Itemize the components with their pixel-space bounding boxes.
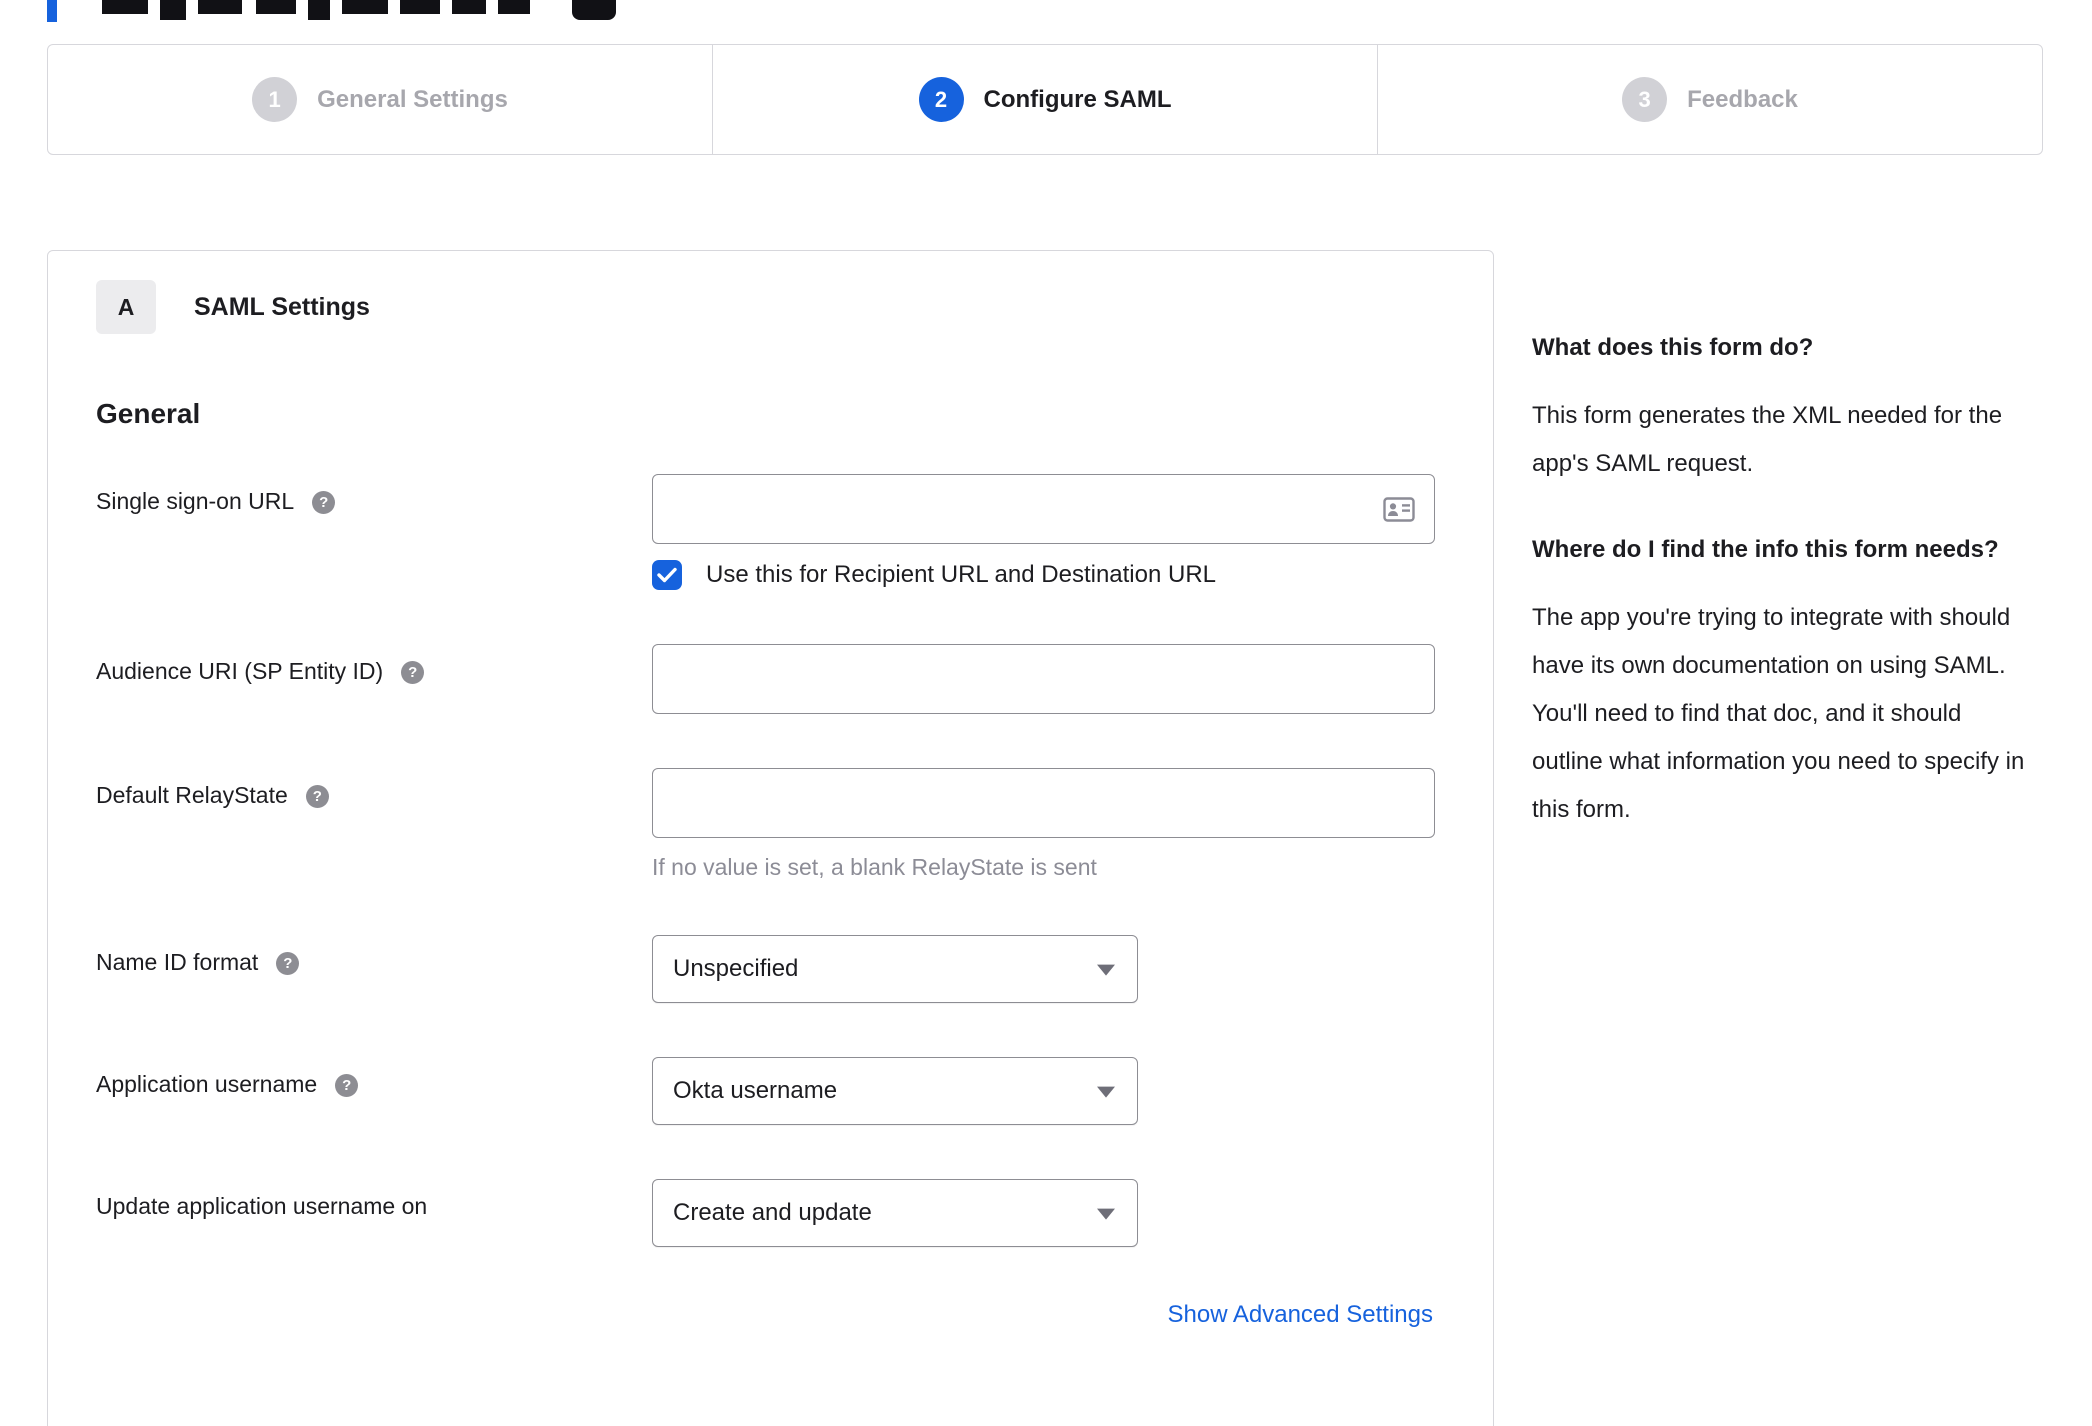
help-icon[interactable]: ?: [305, 785, 329, 808]
recipient-url-checkbox-label: Use this for Recipient URL and Destinati…: [706, 561, 1217, 588]
sidebar-body-where: The app you're trying to integrate with …: [1532, 604, 2025, 823]
step-label: Feedback: [1687, 85, 1798, 113]
sso-url-label-wrap: Single sign-on URL ?: [96, 474, 652, 515]
help-icon[interactable]: ?: [401, 661, 425, 684]
default-relaystate-label-wrap: Default RelayState ?: [96, 768, 652, 809]
default-relaystate-input[interactable]: [652, 768, 1435, 838]
cutoff-icon: [572, 0, 616, 20]
recipient-url-checkbox-row: Use this for Recipient URL and Destinati…: [652, 560, 1435, 590]
step-label: General Settings: [317, 85, 508, 113]
cutoff-page-title: [0, 0, 2092, 24]
audience-uri-label: Audience URI (SP Entity ID): [96, 658, 384, 684]
name-id-format-row: Name ID format ? Unspecified: [96, 935, 1445, 1003]
wizard-stepper: 1 General Settings 2 Configure SAML 3 Fe…: [47, 44, 2043, 155]
help-icon[interactable]: ?: [276, 952, 300, 975]
update-app-username-row: Update application username on Create an…: [96, 1179, 1445, 1247]
audience-uri-label-wrap: Audience URI (SP Entity ID) ?: [96, 644, 652, 685]
help-icon[interactable]: ?: [335, 1074, 359, 1097]
saml-settings-panel: A SAML Settings General Single sign-on U…: [47, 250, 1494, 1426]
update-app-username-select[interactable]: Create and update: [652, 1179, 1138, 1247]
sso-url-row: Single sign-on URL ? Use this for Recipi…: [96, 474, 1445, 590]
relaystate-hint: If no value is set, a blank RelayState i…: [652, 854, 1097, 880]
step-label: Configure SAML: [983, 85, 1172, 113]
default-relaystate-row: Default RelayState ? If no value is set,…: [96, 768, 1445, 881]
name-id-format-select[interactable]: Unspecified: [652, 935, 1138, 1003]
general-group-title: General: [96, 398, 201, 429]
step-number-badge: 3: [1622, 77, 1668, 122]
show-advanced-settings-link[interactable]: Show Advanced Settings: [1167, 1301, 1433, 1329]
caret-down-icon: [1097, 964, 1115, 976]
help-sidebar: What does this form do? This form genera…: [1532, 328, 2028, 876]
update-app-username-label-wrap: Update application username on: [96, 1179, 652, 1220]
sidebar-heading-where: Where do I find the info this form needs…: [1532, 536, 1999, 563]
step-general-settings[interactable]: 1 General Settings: [48, 45, 712, 154]
sidebar-body-what: This form generates the XML needed for t…: [1532, 402, 2003, 477]
step-configure-saml[interactable]: 2 Configure SAML: [712, 45, 1377, 154]
sidebar-heading-what: What does this form do?: [1532, 334, 1814, 361]
step-number-badge: 1: [252, 77, 298, 122]
section-title: SAML Settings: [194, 292, 370, 321]
application-username-select[interactable]: Okta username: [652, 1057, 1138, 1125]
update-app-username-label: Update application username on: [96, 1193, 428, 1219]
cutoff-blue-mark: [47, 0, 57, 22]
sso-url-label: Single sign-on URL: [96, 488, 295, 514]
step-number-badge: 2: [918, 77, 964, 122]
recipient-url-checkbox[interactable]: [652, 560, 682, 590]
update-app-username-value: Create and update: [673, 1199, 872, 1226]
contact-card-icon[interactable]: [1383, 497, 1415, 522]
application-username-value: Okta username: [673, 1077, 838, 1104]
name-id-format-label-wrap: Name ID format ?: [96, 935, 652, 976]
application-username-label: Application username: [96, 1071, 318, 1097]
audience-uri-input[interactable]: [652, 644, 1435, 714]
application-username-label-wrap: Application username ?: [96, 1057, 652, 1098]
section-header: A SAML Settings: [96, 280, 1445, 334]
caret-down-icon: [1097, 1086, 1115, 1098]
advanced-settings-row: Show Advanced Settings: [96, 1301, 1445, 1329]
section-a-badge: A: [96, 280, 156, 334]
name-id-format-label: Name ID format: [96, 949, 259, 975]
audience-uri-row: Audience URI (SP Entity ID) ?: [96, 644, 1445, 714]
step-feedback[interactable]: 3 Feedback: [1377, 45, 2042, 154]
sso-url-input[interactable]: [652, 474, 1435, 544]
caret-down-icon: [1097, 1208, 1115, 1220]
help-icon[interactable]: ?: [312, 491, 336, 514]
saml-form: Single sign-on URL ? Use this for Recipi…: [96, 474, 1445, 1329]
name-id-format-value: Unspecified: [673, 955, 799, 982]
application-username-row: Application username ? Okta username: [96, 1057, 1445, 1125]
default-relaystate-label: Default RelayState: [96, 782, 288, 808]
configure-saml-page: 1 General Settings 2 Configure SAML 3 Fe…: [0, 0, 2092, 1426]
